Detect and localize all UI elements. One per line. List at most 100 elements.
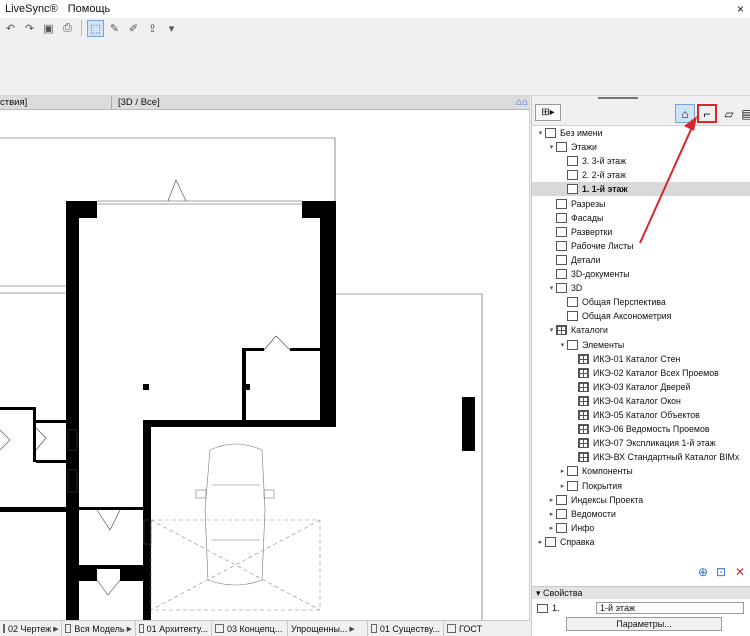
status-override[interactable]: Упрощенны... ▶ xyxy=(288,620,368,636)
tree-item[interactable]: ▾ Без имени xyxy=(532,126,750,140)
tree-item-label: ИКЭ-06 Ведомость Проемов xyxy=(593,424,710,435)
tree-item[interactable]: ИКЭ-02 Каталог Всех Проемов xyxy=(532,366,750,380)
redo-icon[interactable]: ↷ xyxy=(21,20,38,37)
schedule-icon xyxy=(578,438,589,449)
paint-icon[interactable]: ✐ xyxy=(125,20,142,37)
expand-toggle-icon[interactable]: ▸ xyxy=(547,496,556,504)
tree-item-label: ИКЭ-03 Каталог Дверей xyxy=(593,381,691,392)
tree-item[interactable]: 3. 3-й этаж xyxy=(532,154,750,168)
view-map-icon[interactable]: ⌐ xyxy=(697,104,717,123)
tree-item[interactable]: ▾ Элементы xyxy=(532,338,750,352)
save-icon[interactable]: ▣ xyxy=(40,20,57,37)
navigator-options-button[interactable]: ⊞▸ xyxy=(535,104,561,121)
tree-item[interactable]: ▾ 3D xyxy=(532,281,750,295)
tree-item[interactable]: ИКЭ-ВХ Стандартный Каталог BIMx xyxy=(532,450,750,464)
status-dimension[interactable]: ГОСТ xyxy=(444,621,514,636)
tree-item[interactable]: ИКЭ-03 Каталог Дверей xyxy=(532,380,750,394)
view-switch-icon[interactable]: ⌂⌂ xyxy=(516,96,528,110)
folder-icon xyxy=(545,128,556,138)
settings-icon[interactable]: ⊡ xyxy=(716,565,726,579)
tree-item[interactable]: Разрезы xyxy=(532,197,750,211)
toolbar-dropdown-icon[interactable]: ▾ xyxy=(163,20,180,37)
expand-toggle-icon[interactable]: ▾ xyxy=(547,326,556,334)
status-renovation[interactable]: 01 Существу... xyxy=(368,620,444,636)
tree-item[interactable]: Общая Перспектива xyxy=(532,295,750,309)
tree-item[interactable]: ▾ Этажи xyxy=(532,140,750,154)
tree-item-label: Детали xyxy=(571,254,601,265)
properties-id: 1. xyxy=(552,603,560,613)
expand-toggle-icon[interactable]: ▸ xyxy=(558,467,567,475)
tree-item-label: ИКЭ-02 Каталог Всех Проемов xyxy=(593,367,719,378)
navigator-panel: ⊞▸ ⌂ ⌐ ▱ ▤ ▾ Без имени ▾ Этажи 3. 3-й этаж 2.… xyxy=(531,96,750,636)
properties-row: 1. 1-й этаж xyxy=(532,601,750,615)
undo-icon[interactable]: ↶ xyxy=(2,20,19,37)
window-close-button[interactable]: × xyxy=(737,0,744,18)
tree-item[interactable]: 2. 2-й этаж xyxy=(532,168,750,182)
elevation-icon xyxy=(556,212,567,223)
layout-book-icon[interactable]: ▱ xyxy=(719,104,739,123)
publish-icon[interactable]: ⇪ xyxy=(144,20,161,37)
parameters-button[interactable]: Параметры... xyxy=(566,617,722,631)
tree-item[interactable]: ИКЭ-07 Экспликация 1-й этаж xyxy=(532,436,750,450)
status-pen-set[interactable]: 01 Архитекту... xyxy=(136,620,212,636)
status-model-view[interactable]: 03 Концепц... xyxy=(212,620,288,636)
properties-header[interactable]: ▾ Свойства xyxy=(532,586,750,599)
menu-item-livesync[interactable]: LiveSync® xyxy=(0,0,63,18)
tree-item[interactable]: ▸ Справка xyxy=(532,535,750,549)
tree-item[interactable]: ИКЭ-01 Каталог Стен xyxy=(532,352,750,366)
schedule-icon xyxy=(578,410,589,420)
tree-item[interactable]: Фасады xyxy=(532,211,750,225)
dimension-icon xyxy=(447,624,456,633)
tree-item[interactable]: 1. 1-й этаж xyxy=(532,182,750,197)
status-layout[interactable]: 02 Чертеж ▶ xyxy=(0,620,62,636)
schedule-icon xyxy=(578,424,589,435)
tree-item[interactable]: Развертки xyxy=(532,225,750,239)
tree-item-label: Разрезы xyxy=(571,198,606,209)
tree-item[interactable]: Рабочие Листы xyxy=(532,239,750,253)
publisher-icon[interactable]: ▤ xyxy=(737,104,750,123)
pen-icon[interactable]: ✎ xyxy=(106,20,123,37)
tree-item[interactable]: Общая Аксонометрия xyxy=(532,309,750,323)
status-layer-combo[interactable]: Вся Модель ▶ xyxy=(62,620,136,636)
tree-item[interactable]: ▸ Ведомости xyxy=(532,507,750,521)
expand-toggle-icon[interactable]: ▾ xyxy=(547,143,556,151)
expand-toggle-icon[interactable]: ▾ xyxy=(536,129,545,137)
expand-toggle-icon[interactable]: ▸ xyxy=(558,482,567,490)
properties-name-field[interactable]: 1-й этаж xyxy=(596,602,744,614)
tree-item[interactable]: ИКЭ-04 Каталог Окон xyxy=(532,394,750,408)
floor-plan-drawing xyxy=(0,137,483,620)
panel-grip[interactable] xyxy=(598,97,638,99)
tree-item[interactable]: ИКЭ-05 Каталог Объектов xyxy=(532,408,750,422)
tree-item-label: Компоненты xyxy=(582,466,633,477)
menu-item-help[interactable]: Помощь xyxy=(63,0,116,18)
dropdown-arrow-icon: ▶ xyxy=(53,625,59,633)
expand-toggle-icon[interactable]: ▾ xyxy=(547,284,556,292)
tree-item[interactable]: ▾ Каталоги xyxy=(532,323,750,337)
tree-item[interactable]: ▸ Индексы Проекта xyxy=(532,493,750,507)
tab-3d-all[interactable]: [3D / Все] xyxy=(114,96,274,110)
expand-toggle-icon[interactable]: ▸ xyxy=(536,538,545,546)
expand-toggle-icon[interactable]: ▾ xyxy=(558,341,567,349)
delete-icon[interactable]: ✕ xyxy=(735,565,745,579)
print-icon[interactable]: ⎙ xyxy=(59,20,76,37)
tree-item[interactable]: ИКЭ-06 Ведомость Проемов xyxy=(532,422,750,436)
tree-item[interactable]: 3D-документы xyxy=(532,267,750,281)
tree-item[interactable]: ▸ Покрытия xyxy=(532,479,750,493)
project-map-icon[interactable]: ⌂ xyxy=(675,104,695,123)
tree-item-label: 3D xyxy=(571,283,583,294)
select-mode-icon[interactable]: ⬚ xyxy=(87,19,104,37)
drawing-canvas[interactable] xyxy=(0,110,530,620)
components-icon xyxy=(567,466,578,477)
tree-item[interactable]: ▸ Компоненты xyxy=(532,464,750,478)
tree-item[interactable]: Детали xyxy=(532,253,750,267)
floor-plan-icon xyxy=(567,170,578,181)
expand-toggle-icon[interactable]: ▸ xyxy=(547,524,556,532)
add-view-icon[interactable]: ⊕ xyxy=(698,565,708,579)
folder-icon xyxy=(556,142,567,153)
tree-item[interactable]: ▸ Инфо xyxy=(532,521,750,535)
tab-floor-plan[interactable]: ствия] xyxy=(0,96,112,110)
help-icon xyxy=(545,536,556,547)
tree-item-label: Общая Аксонометрия xyxy=(582,311,672,322)
floor-plan-icon xyxy=(567,156,578,167)
expand-toggle-icon[interactable]: ▸ xyxy=(547,510,556,518)
